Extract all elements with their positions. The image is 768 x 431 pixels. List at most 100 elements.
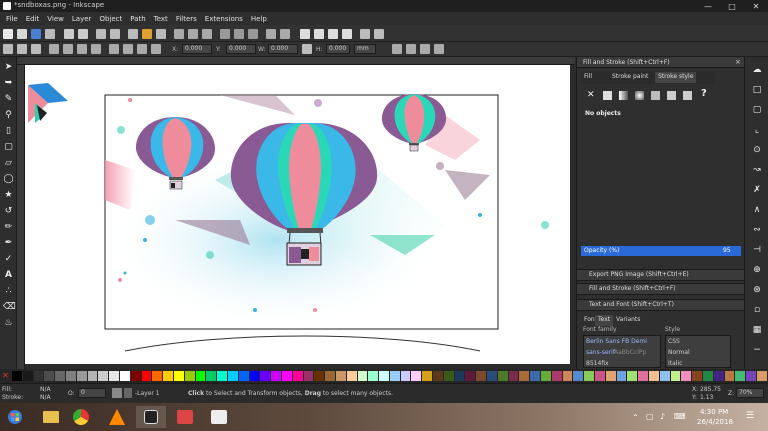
notification-icon[interactable]: ☰: [746, 411, 754, 421]
eraser-tool-icon[interactable]: ⌫: [3, 302, 16, 313]
fill-stroke-icon[interactable]: [300, 29, 310, 39]
palette-swatch[interactable]: [271, 371, 281, 381]
palette-swatch[interactable]: [627, 371, 638, 381]
measure-tool-icon[interactable]: ▯: [3, 126, 14, 137]
palette-swatch[interactable]: [508, 371, 519, 381]
palette-swatch[interactable]: [670, 371, 681, 381]
flat-color-icon[interactable]: [603, 91, 612, 100]
y-field[interactable]: 0.000: [226, 44, 256, 54]
calligraphy-tool-icon[interactable]: ✓: [3, 254, 14, 265]
taskbar-chrome[interactable]: [66, 406, 96, 428]
palette-swatch[interactable]: [659, 371, 670, 381]
lower-to-bottom-icon[interactable]: [151, 44, 161, 54]
tab-variants[interactable]: Variants: [613, 315, 643, 326]
scale-corners-icon[interactable]: [406, 44, 416, 54]
close-icon[interactable]: ×: [735, 58, 741, 66]
export-icon[interactable]: [78, 29, 88, 39]
opacity-slider[interactable]: Opacity (%) 95: [581, 246, 741, 256]
menu-text[interactable]: Text: [154, 15, 168, 23]
deselect-icon[interactable]: [31, 44, 41, 54]
x-field[interactable]: 0.000: [182, 44, 212, 54]
open-icon[interactable]: [17, 29, 27, 39]
palette-swatch[interactable]: [713, 371, 724, 381]
font-item[interactable]: sans-serif: [586, 349, 615, 356]
taskbar-media[interactable]: [170, 406, 200, 428]
layer-lock-icon[interactable]: [124, 388, 132, 398]
font-item[interactable]: Berlin Sans FB Demi: [586, 338, 647, 345]
tab-stroke-paint[interactable]: Stroke paint: [609, 72, 651, 83]
palette-swatch[interactable]: [519, 371, 530, 381]
snap-grid-icon[interactable]: ▦: [752, 325, 762, 335]
tab-fill[interactable]: Fill: [581, 72, 595, 83]
snap-enable-icon[interactable]: ☁: [752, 65, 762, 75]
node-tool-icon[interactable]: ➥: [3, 78, 14, 89]
palette-swatch[interactable]: [109, 371, 119, 381]
document-properties-icon[interactable]: [374, 29, 384, 39]
rotate-ccw-icon[interactable]: [49, 44, 59, 54]
unlink-clone-icon[interactable]: [248, 29, 258, 39]
zoom-field[interactable]: 70%: [736, 388, 764, 398]
palette-swatch[interactable]: [454, 371, 465, 381]
pen-tool-icon[interactable]: ✒: [3, 238, 14, 249]
system-tray-up-icon[interactable]: ⌃: [632, 413, 639, 422]
pencil-tool-icon[interactable]: ✏: [3, 222, 14, 233]
menu-edit[interactable]: Edit: [26, 15, 40, 23]
palette-swatch[interactable]: [584, 371, 595, 381]
palette-swatch[interactable]: [638, 371, 649, 381]
menu-filters[interactable]: Filters: [176, 15, 197, 23]
palette-swatch[interactable]: [249, 371, 260, 381]
undo-icon[interactable]: [96, 29, 106, 39]
keyboard-icon[interactable]: ⌨: [674, 412, 686, 421]
clock-time[interactable]: 4:30 PM: [700, 408, 728, 416]
menu-file[interactable]: File: [6, 15, 18, 23]
palette-swatch[interactable]: [465, 371, 476, 381]
palette-swatch[interactable]: [703, 371, 713, 381]
snap-bbox-icon[interactable]: □: [752, 85, 762, 95]
w-field[interactable]: 0.000: [268, 44, 298, 54]
transform-gradients-icon[interactable]: [420, 44, 430, 54]
palette-swatch[interactable]: [443, 371, 454, 381]
palette-swatch[interactable]: [55, 371, 65, 381]
selector-tool-icon[interactable]: ➤: [3, 62, 14, 73]
print-icon[interactable]: [45, 29, 55, 39]
opacity-status-field[interactable]: 0: [78, 388, 106, 398]
copy-icon[interactable]: [128, 29, 138, 39]
palette-swatch[interactable]: [551, 371, 562, 381]
palette-swatch[interactable]: [389, 371, 400, 381]
snap-page-icon[interactable]: ▫: [752, 305, 762, 315]
menu-layer[interactable]: Layer: [72, 15, 92, 23]
palette-swatch[interactable]: [260, 371, 271, 381]
scale-stroke-icon[interactable]: [392, 44, 402, 54]
snap-intersections-icon[interactable]: ✗: [752, 185, 762, 195]
unset-paint-icon[interactable]: ?: [701, 88, 707, 99]
text-font-icon[interactable]: [314, 29, 324, 39]
3d-box-tool-icon[interactable]: ▱: [3, 158, 14, 169]
clock-date[interactable]: 26/4/2018: [697, 418, 733, 426]
fill-stroke-section[interactable]: Fill and Stroke (Shift+Ctrl+F): [577, 283, 745, 295]
text-font-section[interactable]: Text and Font (Shift+Ctrl+T): [577, 299, 745, 311]
palette-swatch[interactable]: [303, 371, 314, 381]
duplicate-icon[interactable]: [220, 29, 230, 39]
palette-swatch[interactable]: [433, 371, 443, 381]
align-distribute-icon[interactable]: [342, 29, 352, 39]
palette-swatch[interactable]: [616, 371, 627, 381]
font-family-list[interactable]: Berlin Sans FB Demi sans-serif AaBbCcIPp…: [583, 335, 661, 368]
palette-swatch[interactable]: [184, 371, 195, 381]
palette-swatch[interactable]: [163, 371, 173, 381]
zoom-page-icon[interactable]: [202, 29, 212, 39]
unit-select[interactable]: mm: [354, 44, 376, 54]
save-icon[interactable]: [31, 29, 41, 39]
fill-value[interactable]: N/A: [40, 386, 51, 393]
palette-swatch[interactable]: [173, 371, 184, 381]
spiral-tool-icon[interactable]: ↺: [3, 206, 14, 217]
snap-bbox-edges-icon[interactable]: ▢: [752, 105, 762, 115]
network-icon[interactable]: ▢: [646, 412, 654, 421]
palette-swatch[interactable]: [217, 371, 227, 381]
palette-swatch[interactable]: [12, 371, 22, 381]
lower-icon[interactable]: [137, 44, 147, 54]
rotate-cw-icon[interactable]: [63, 44, 73, 54]
pattern-icon[interactable]: [667, 91, 676, 100]
h-field[interactable]: 0.000: [326, 44, 350, 54]
clone-icon[interactable]: [234, 29, 244, 39]
flip-vertical-icon[interactable]: [91, 44, 101, 54]
